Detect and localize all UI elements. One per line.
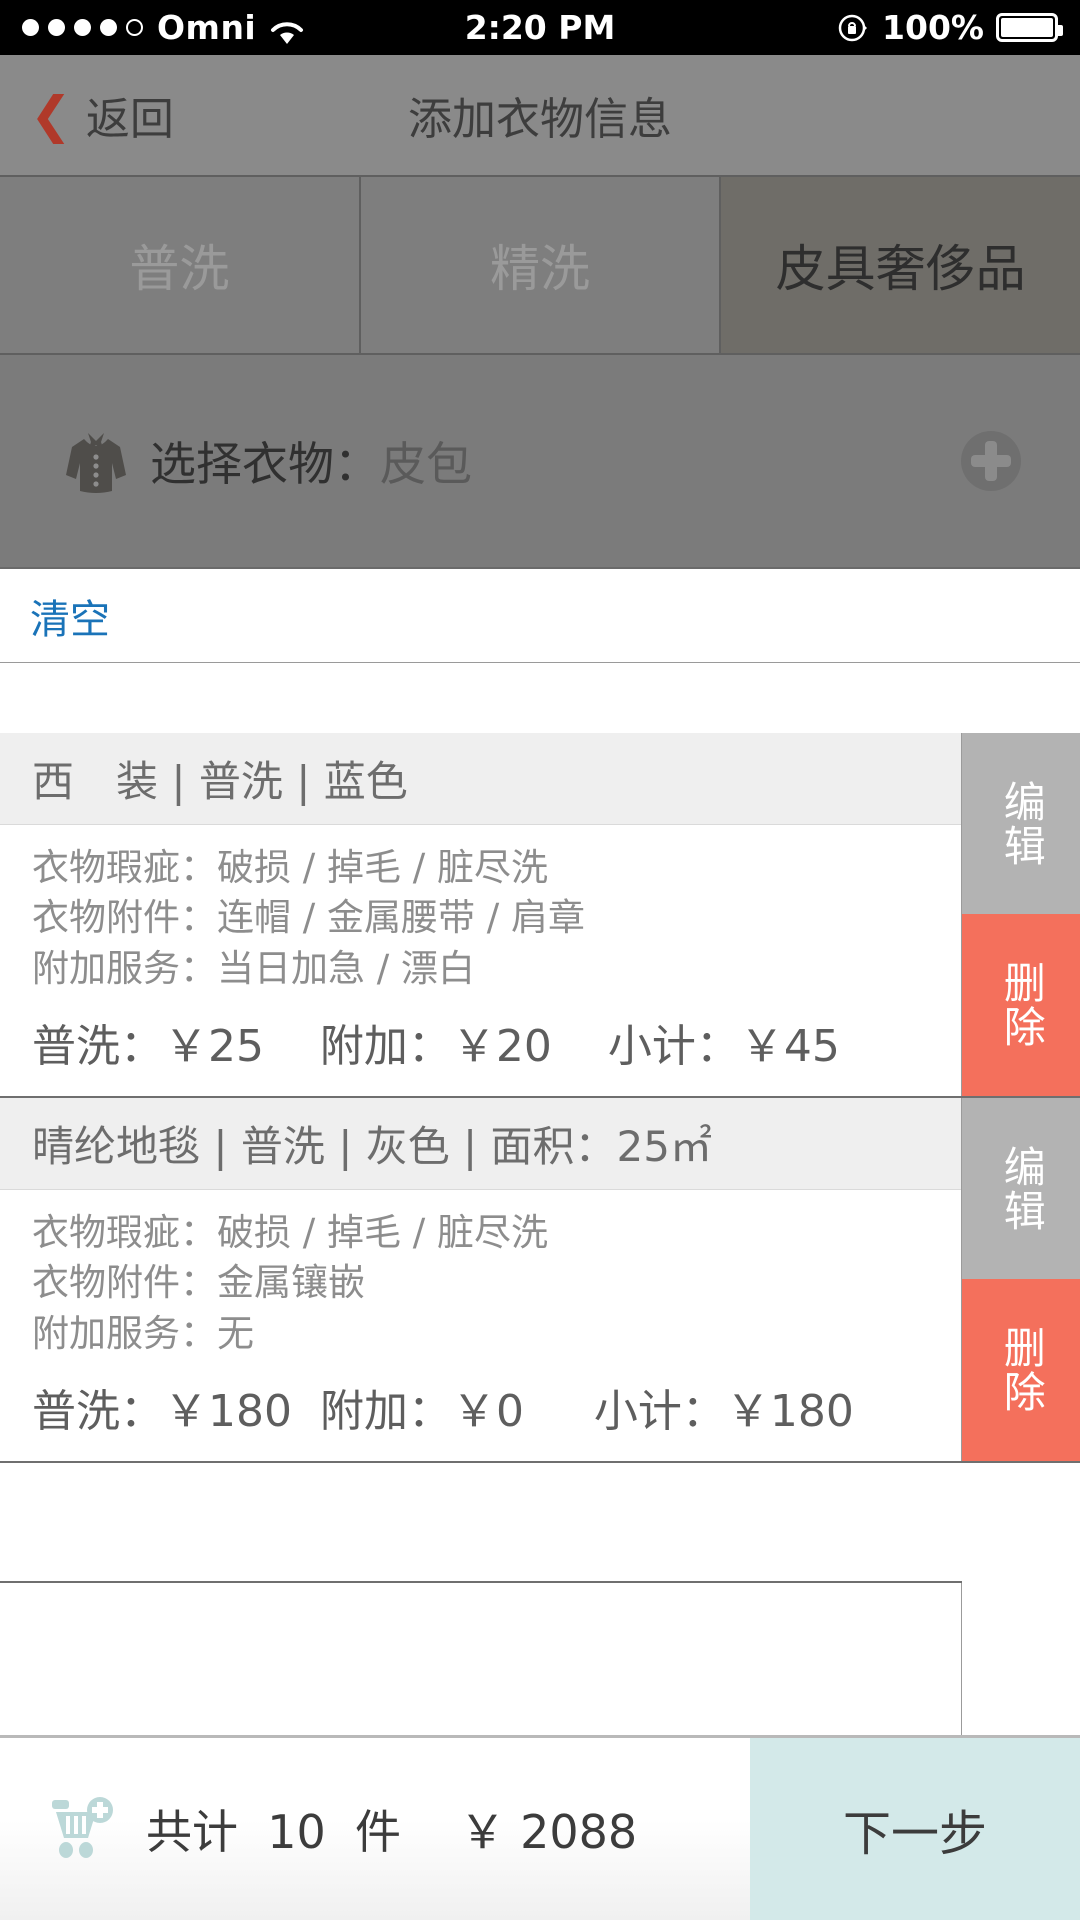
back-button-label: 返回: [85, 94, 174, 145]
list-filler-row: [0, 1462, 1080, 1583]
navigation-bar: ❮ 返回 添加衣物信息: [0, 55, 1080, 175]
accessories-value: 连帽 / 金属腰带 / 肩章: [217, 896, 585, 940]
defects-label: 衣物瑕疵：: [32, 846, 217, 889]
status-bar: Omni 2:20 PM 100%: [0, 0, 1080, 55]
clothes-list[interactable]: 西 装 | 普洗 | 蓝色 衣物瑕疵：破损 / 掉毛 / 脏尽洗 衣物附件：连帽…: [0, 733, 1080, 1735]
tab-fine-wash[interactable]: 精洗: [361, 177, 722, 353]
list-item-body: 衣物瑕疵：破损 / 掉毛 / 脏尽洗 衣物附件：金属镶嵌 附加服务：无 普洗：￥…: [0, 1190, 961, 1461]
services-value: 无: [217, 1311, 254, 1355]
price-row: 普洗：￥180 附加：￥0 小计：￥180: [32, 1385, 854, 1437]
list-empty-right: [962, 1582, 1080, 1735]
services-row: 附加服务：无: [32, 1309, 961, 1359]
plus-circle-icon[interactable]: [960, 430, 1022, 492]
list-item-body: 衣物瑕疵：破损 / 掉毛 / 脏尽洗 衣物附件：连帽 / 金属腰带 / 肩章 附…: [0, 825, 961, 1096]
next-step-label: 下一步: [842, 1806, 987, 1862]
picker-label-text: 选择衣物：: [150, 437, 380, 491]
wifi-icon: [270, 15, 304, 44]
accessories-row: 衣物附件：连帽 / 金属腰带 / 肩章: [32, 893, 961, 943]
defects-row: 衣物瑕疵：破损 / 掉毛 / 脏尽洗: [32, 1208, 961, 1258]
defects-value: 破损 / 掉毛 / 脏尽洗: [217, 846, 548, 889]
battery-percent-label: 100%: [882, 8, 984, 47]
cart-summary: 共计 10 件 ￥ 2088: [0, 1738, 750, 1920]
cart-summary-label: 共计 10 件 ￥ 2088: [146, 1805, 638, 1859]
status-right: 100%: [836, 8, 1063, 47]
tab-label: 皮具奢侈品: [775, 240, 1026, 298]
accessories-row: 衣物附件：金属镶嵌: [32, 1258, 961, 1308]
list-item-content[interactable]: 西 装 | 普洗 | 蓝色 衣物瑕疵：破损 / 掉毛 / 脏尽洗 衣物附件：连帽…: [0, 733, 962, 1096]
carrier-label: Omni: [157, 8, 257, 47]
list-filler-right: [962, 1462, 1080, 1583]
shirt-icon: [58, 423, 134, 499]
accessories-label: 衣物附件：: [32, 896, 217, 940]
edit-button[interactable]: 编辑: [962, 1097, 1080, 1280]
signal-strength-icon: [22, 19, 143, 36]
tab-normal-wash[interactable]: 普洗: [0, 177, 361, 353]
list-item[interactable]: 西 装 | 普洗 | 蓝色 衣物瑕疵：破损 / 掉毛 / 脏尽洗 衣物附件：连帽…: [0, 733, 1080, 1098]
tab-leather-luxury[interactable]: 皮具奢侈品: [721, 177, 1080, 353]
tab-label: 普洗: [129, 240, 230, 298]
list-item-actions: 编辑 删除: [962, 733, 1080, 1096]
bottom-bar: 共计 10 件 ￥ 2088 下一步: [0, 1735, 1080, 1920]
services-label: 附加服务：: [32, 946, 217, 990]
list-empty-left: [0, 1582, 962, 1735]
defects-value: 破损 / 掉毛 / 脏尽洗: [217, 1210, 548, 1254]
list-item-header: 晴纶地毯 | 普洗 | 灰色 | 面积：25㎡: [0, 1097, 961, 1190]
picker-label: 选择衣物：皮包: [150, 428, 472, 494]
next-step-button[interactable]: 下一步: [750, 1738, 1080, 1920]
clear-row: 清空: [0, 569, 1080, 663]
delete-button[interactable]: 删除: [962, 1279, 1080, 1461]
clear-all-button[interactable]: 清空: [30, 587, 110, 645]
back-button[interactable]: ❮ 返回: [0, 83, 174, 147]
list-item-header: 西 装 | 普洗 | 蓝色: [0, 733, 961, 825]
status-left: Omni: [22, 8, 304, 47]
list-filler-left: [0, 1462, 962, 1583]
services-label: 附加服务：: [32, 1311, 217, 1355]
price-row: 普洗：￥25 附加：￥20 小计：￥45: [32, 1020, 840, 1072]
tab-label: 精洗: [490, 240, 590, 298]
list-item[interactable]: 晴纶地毯 | 普洗 | 灰色 | 面积：25㎡ 衣物瑕疵：破损 / 掉毛 / 脏…: [0, 1097, 1080, 1463]
defects-label: 衣物瑕疵：: [32, 1210, 217, 1254]
clothes-picker-row[interactable]: 选择衣物：皮包: [0, 355, 1080, 569]
chevron-left-icon: ❮: [30, 86, 72, 144]
accessories-label: 衣物附件：: [32, 1261, 217, 1305]
battery-full-icon: [996, 13, 1063, 42]
service-type-tabs: 普洗 精洗 皮具奢侈品: [0, 175, 1080, 355]
list-empty-space: [0, 1582, 1080, 1735]
rotation-lock-icon: [836, 11, 870, 45]
cart-add-icon: [48, 1792, 122, 1866]
services-row: 附加服务：当日加急 / 漂白: [32, 944, 961, 994]
delete-button[interactable]: 删除: [962, 914, 1080, 1096]
accessories-value: 金属镶嵌: [217, 1261, 365, 1305]
picker-value: 皮包: [380, 437, 472, 491]
list-item-actions: 编辑 删除: [962, 1097, 1080, 1461]
defects-row: 衣物瑕疵：破损 / 掉毛 / 脏尽洗: [32, 843, 961, 893]
edit-button[interactable]: 编辑: [962, 733, 1080, 915]
services-value: 当日加急 / 漂白: [217, 946, 475, 990]
list-item-content[interactable]: 晴纶地毯 | 普洗 | 灰色 | 面积：25㎡ 衣物瑕疵：破损 / 掉毛 / 脏…: [0, 1097, 962, 1461]
